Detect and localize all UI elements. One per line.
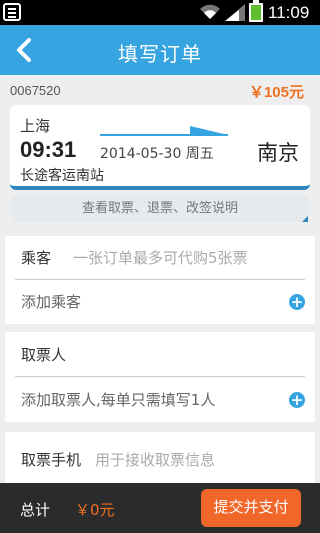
collector-label: 取票人 [21,346,67,364]
direction-arrow-icon [100,126,228,136]
status-bar: 11:09 [0,0,320,25]
corner-triangle-icon [302,216,308,222]
add-passenger-label: 添加乘客 [21,293,82,311]
phone-input[interactable]: 用于接收取票信息 [95,449,215,470]
add-collector-button[interactable]: 添加取票人,每单只需填写1人 + [5,377,315,422]
ticket-policy-link[interactable]: 查看取票、退票、改签说明 [12,196,308,222]
clock: 11:09 [268,3,310,22]
submit-pay-button[interactable]: 提交并支付 [201,489,301,527]
order-price: ￥105元 [248,84,304,101]
footer-bar: 总计 ￥0元 提交并支付 [0,483,320,533]
passenger-label: 乘客 [21,249,52,267]
departure-station: 长途客运南站 [20,168,104,184]
passenger-hint: 一张订单最多可代购5张票 [73,249,248,267]
plus-icon: + [289,391,305,409]
battery-icon [249,0,263,22]
phone-label: 取票手机 [21,451,82,469]
title-bar: 填写订单 [0,25,320,75]
departure-time: 09:31 [20,137,77,162]
order-number: 0067520 [10,83,61,98]
order-summary: 0067520 ￥105元 [0,75,320,105]
collector-section: 取票人 添加取票人,每单只需填写1人 + [5,332,315,422]
page-title: 填写订单 [118,42,202,66]
ticket-policy-text: 查看取票、退票、改签说明 [81,201,238,216]
total-label: 总计 [20,501,51,519]
passenger-section: 乘客 一张订单最多可代购5张票 添加乘客 + [5,236,315,324]
total-value: ￥0元 [75,501,115,519]
phone-section: 取票手机 用于接收取票信息 [5,432,315,483]
signal-icon [225,4,245,21]
add-passenger-button[interactable]: 添加乘客 + [5,280,315,324]
departure-city: 上海 [20,117,51,135]
add-collector-label: 添加取票人,每单只需填写1人 [21,391,216,409]
departure-date: 2014-05-30 周五 [100,146,214,162]
wifi-icon [200,4,220,19]
notification-icon [3,3,21,21]
plus-icon: + [289,293,305,311]
arrival-city: 南京 [257,141,299,165]
ticket-card: 上海 09:31 2014-05-30 周五 南京 长途客运南站 [10,105,310,190]
